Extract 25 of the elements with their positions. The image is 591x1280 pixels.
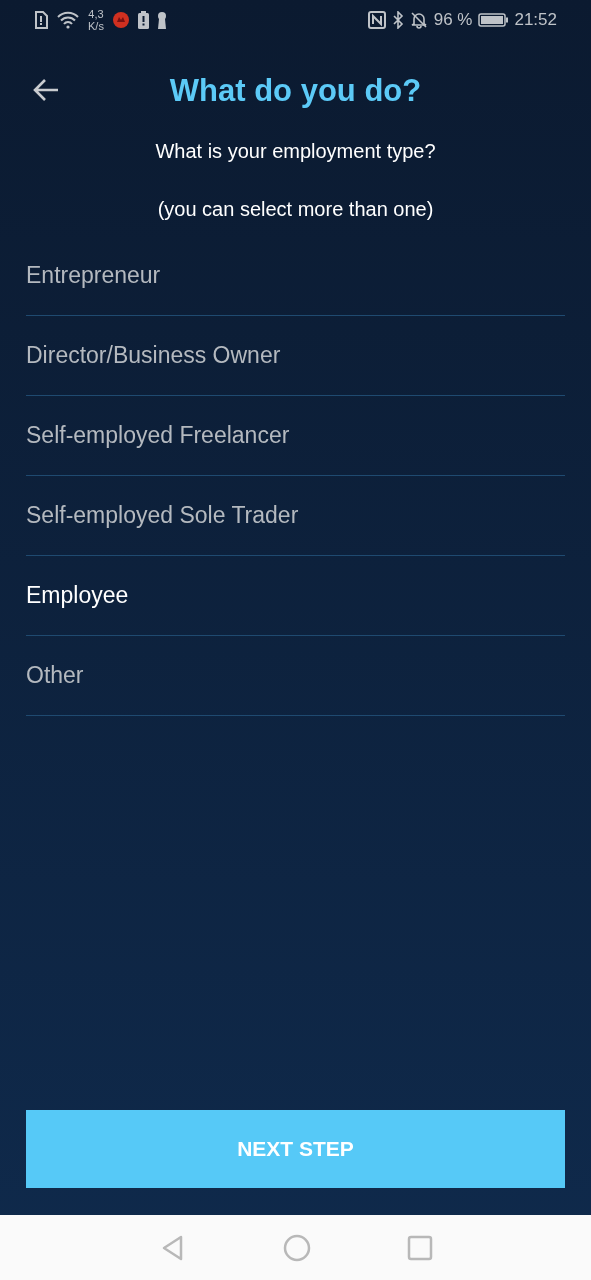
keyhole-icon (156, 11, 167, 29)
clock-time: 21:52 (514, 9, 557, 32)
battery-alert-icon (137, 11, 149, 29)
battery-percent: 96 % (433, 9, 473, 32)
page-title: What do you do? (169, 71, 422, 110)
question-text: What is your employment type? (154, 139, 437, 164)
home-nav-icon[interactable] (282, 1233, 311, 1262)
battery-icon (478, 13, 509, 27)
employment-option[interactable]: Employee (26, 556, 565, 636)
recents-nav-icon[interactable] (406, 1234, 433, 1261)
nfc-icon (367, 11, 386, 29)
speed-unit: K/s (88, 20, 104, 32)
wifi-icon (56, 11, 80, 29)
employment-option[interactable]: Director/Business Owner (26, 316, 565, 396)
employment-option[interactable]: Entrepreneur (26, 236, 565, 316)
app-icon (111, 11, 130, 29)
employment-option[interactable]: Other (26, 636, 565, 716)
speed-value: 4,3 (88, 8, 104, 20)
hint-text: (you can select more than one) (156, 197, 435, 222)
back-arrow-icon (32, 78, 60, 102)
employment-option[interactable]: Self-employed Freelancer (26, 396, 565, 476)
employment-option[interactable]: Self-employed Sole Trader (26, 476, 565, 556)
bluetooth-icon (391, 11, 404, 29)
sim-alert-icon (34, 11, 48, 29)
bell-off-icon (409, 11, 428, 29)
